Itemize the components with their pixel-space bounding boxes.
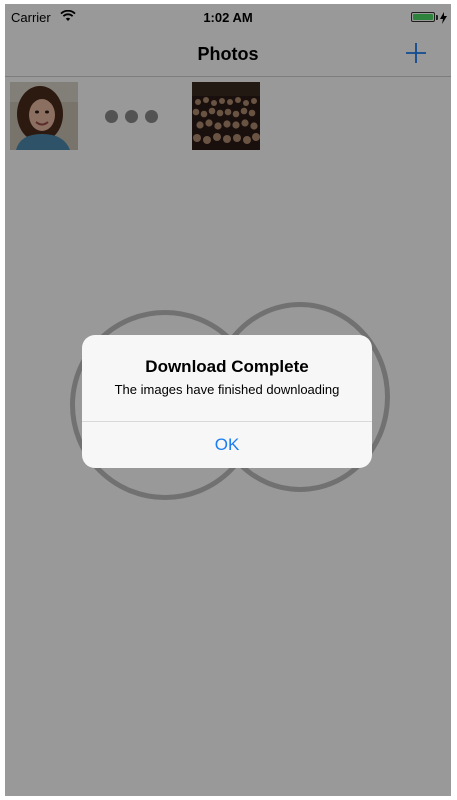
alert-message: The images have finished downloading: [114, 382, 340, 397]
alert-dialog: Download Complete The images have finish…: [82, 335, 372, 468]
ok-button[interactable]: OK: [82, 422, 372, 468]
alert-title: Download Complete: [145, 357, 309, 376]
app-screen: Carrier 1:02 AM Photos Download Complete…: [5, 4, 451, 796]
